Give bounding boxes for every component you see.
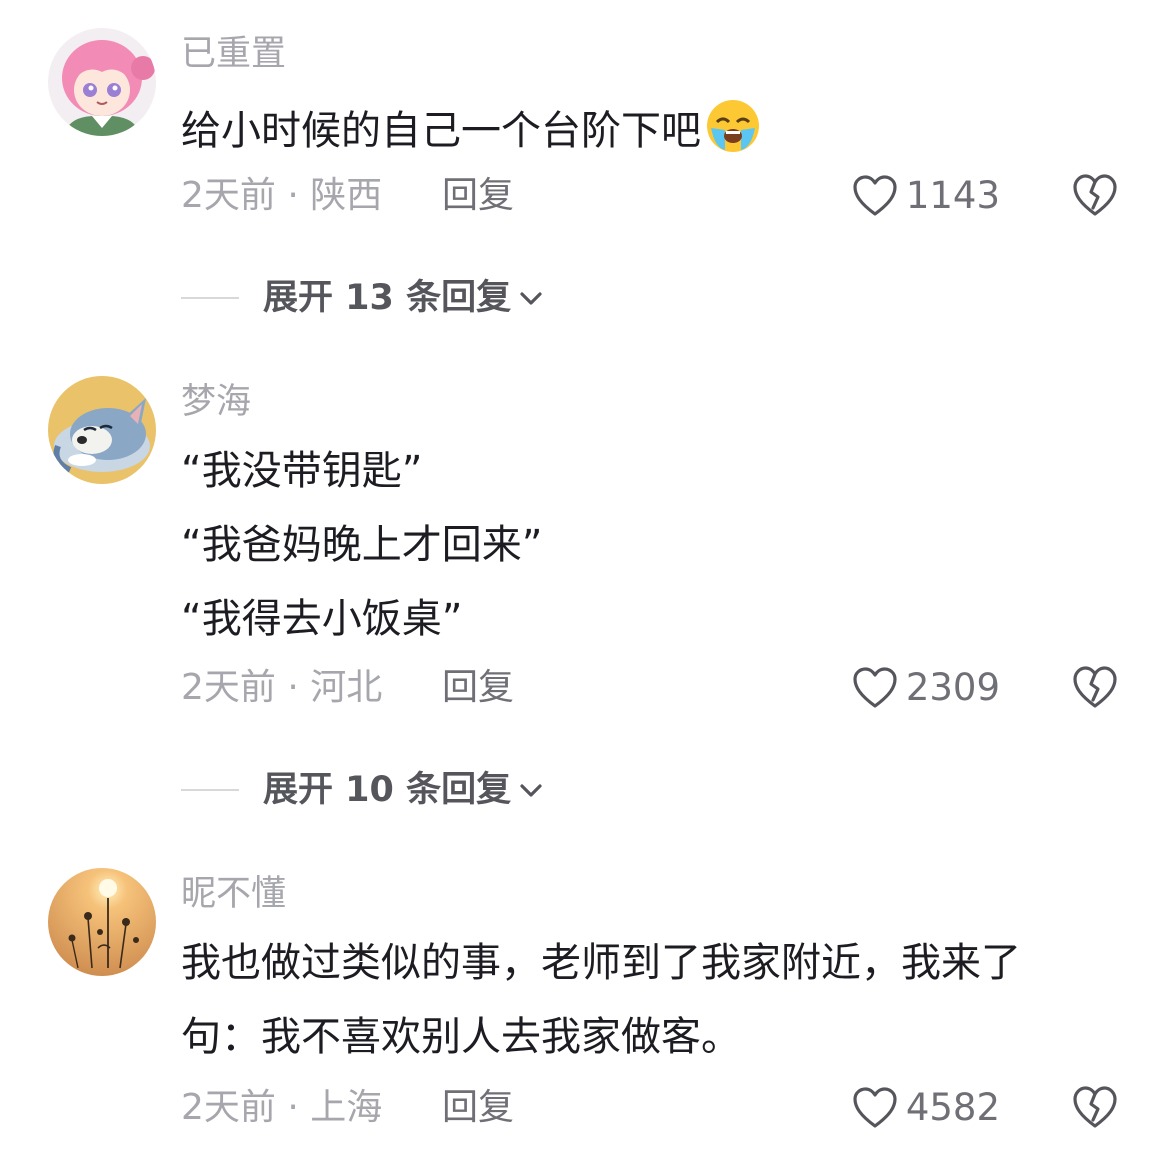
- like-button[interactable]: 4582: [852, 1084, 1000, 1132]
- reply-button[interactable]: 回复: [442, 666, 514, 710]
- like-count: 1143: [905, 174, 1000, 217]
- comment-meta: 2天前 · 河北: [181, 667, 383, 708]
- heart-outline-icon: [853, 175, 897, 216]
- comment-text-line: 给小时候的自己一个台阶下吧: [181, 108, 701, 154]
- comment-meta: 2天前 · 上海: [181, 1087, 383, 1128]
- avatar[interactable]: [48, 28, 156, 136]
- sunset-flowers-avatar-image: [48, 868, 156, 976]
- heart-outline-icon: [853, 1087, 897, 1128]
- comment-text-line: “我没带钥匙”: [181, 448, 423, 494]
- chevron-down-icon: [520, 292, 542, 305]
- reply-button[interactable]: 回复: [442, 174, 514, 218]
- comment-text-line: “我爸妈晚上才回来”: [181, 522, 543, 568]
- comment-item: 已重置 给小时候的自己一个台阶下吧 2天前 · 陕西 回复 1143 展开 13…: [0, 0, 1170, 340]
- username[interactable]: 梦海: [181, 382, 251, 422]
- comment-text: 给小时候的自己一个台阶下吧: [181, 98, 761, 156]
- like-count: 4582: [905, 1086, 1000, 1129]
- reply-button[interactable]: 回复: [442, 1086, 514, 1130]
- username[interactable]: 已重置: [181, 34, 286, 74]
- like-button[interactable]: 1143: [852, 172, 1000, 220]
- comment-item: 昵不懂 我也做过类似的事，老师到了我家附近，我来了 句：我不喜欢别人去我家做客。…: [0, 830, 1170, 1161]
- broken-heart-icon[interactable]: [1072, 1084, 1118, 1130]
- expand-replies-row: 展开 10 条回复: [181, 768, 545, 812]
- avatar[interactable]: [48, 868, 156, 976]
- expand-replies-label: 展开 10 条回复: [263, 770, 512, 810]
- divider-line: [181, 789, 239, 791]
- broken-heart-icon[interactable]: [1072, 172, 1118, 218]
- expand-replies-button[interactable]: 展开 13 条回复: [263, 276, 545, 320]
- expand-replies-row: 展开 13 条回复: [181, 276, 545, 320]
- username[interactable]: 昵不懂: [181, 874, 286, 914]
- cartoon-cat-avatar-image: [48, 376, 156, 484]
- avatar[interactable]: [48, 376, 156, 484]
- expand-replies-label: 展开 13 条回复: [263, 278, 512, 318]
- comment-text-line: “我得去小饭桌”: [181, 596, 463, 642]
- like-button[interactable]: 2309: [852, 664, 1000, 712]
- comment-text-line: 我也做过类似的事，老师到了我家附近，我来了: [181, 940, 1021, 986]
- broken-heart-icon[interactable]: [1072, 664, 1118, 710]
- comment-item: 梦海 “我没带钥匙” “我爸妈晚上才回来” “我得去小饭桌” 2天前 · 河北 …: [0, 340, 1170, 830]
- comment-meta: 2天前 · 陕西: [181, 175, 383, 216]
- heart-outline-icon: [853, 667, 897, 708]
- comment-text-line: 句：我不喜欢别人去我家做客。: [181, 1014, 741, 1060]
- loudly-crying-face-icon: [707, 100, 759, 152]
- like-count: 2309: [905, 666, 1000, 709]
- expand-replies-button[interactable]: 展开 10 条回复: [263, 768, 545, 812]
- chevron-down-icon: [520, 784, 542, 797]
- anime-girl-avatar-image: [48, 28, 156, 136]
- divider-line: [181, 297, 239, 299]
